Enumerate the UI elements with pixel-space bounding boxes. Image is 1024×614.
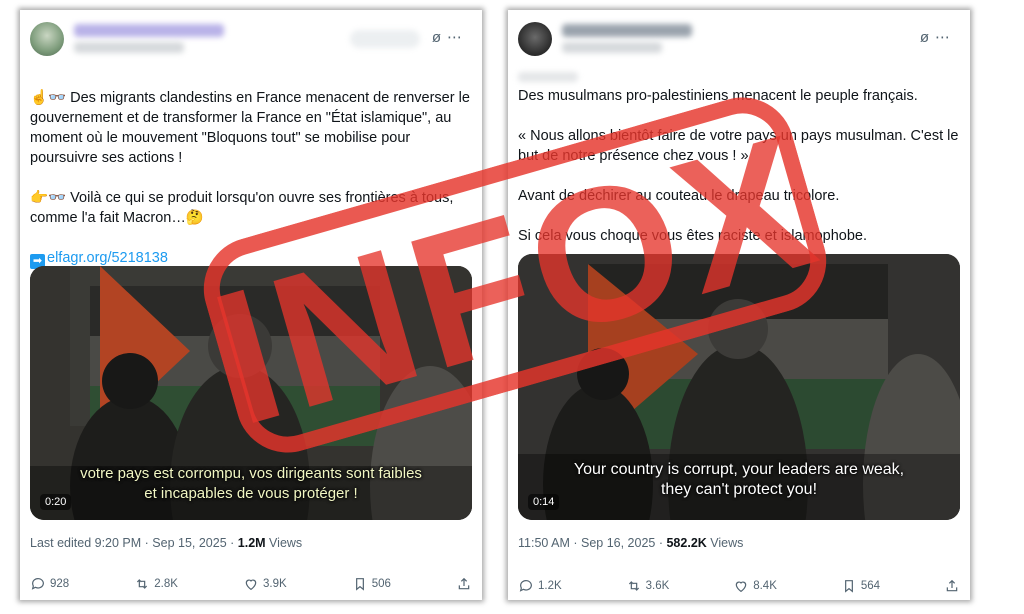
bookmark-icon — [844, 580, 853, 593]
repost-count: 3.6K — [645, 580, 670, 592]
reply-count: 928 — [50, 578, 70, 590]
tweet-paragraph: Des musulmans pro-palestiniens menacent … — [518, 88, 918, 104]
video-subtitle: Your country is corrupt, your leaders ar… — [518, 460, 960, 500]
views-count: 1.2M — [237, 536, 266, 550]
more-icon[interactable]: ⋯ — [935, 29, 956, 46]
subtitle-line: Your country is corrupt, your leaders ar… — [573, 461, 905, 478]
bookmark-count: 506 — [371, 578, 391, 590]
bookmark-button[interactable]: 506 — [352, 576, 391, 592]
action-bar: 1.2K 3.6K 8.4K 564 — [518, 574, 960, 598]
reply-icon — [31, 578, 44, 590]
share-button[interactable] — [456, 576, 472, 592]
repost-button[interactable]: 2.8K — [134, 576, 178, 592]
views-label: Views — [265, 536, 303, 550]
views-count: 582.2K — [666, 536, 707, 550]
like-icon — [735, 581, 747, 593]
views-label: Views — [706, 536, 744, 550]
tweet-card-1: ø⋯ ☝️👓 Des migrants clandestins en Franc… — [20, 10, 482, 600]
display-name-blurred[interactable] — [74, 24, 224, 37]
video-player[interactable]: Your country is corrupt, your leaders ar… — [518, 254, 960, 520]
like-icon — [245, 579, 257, 591]
video-subtitle: votre pays est corrompu, vos dirigeants … — [30, 464, 472, 504]
video-player[interactable]: votre pays est corrompu, vos dirigeants … — [30, 266, 472, 520]
reply-button[interactable]: 1.2K — [518, 578, 562, 594]
tweet-paragraph: « Nous allons bientôt faire de votre pay… — [518, 128, 959, 164]
date-blurred — [518, 72, 578, 82]
grok-icon[interactable]: ø — [920, 29, 935, 46]
header-icons: ø⋯ — [920, 28, 956, 46]
avatar[interactable] — [30, 22, 64, 56]
video-duration: 0:14 — [528, 494, 560, 510]
repost-button[interactable]: 3.6K — [626, 578, 670, 594]
video-duration: 0:20 — [40, 494, 72, 510]
like-button[interactable]: 3.9K — [243, 576, 287, 592]
like-count: 3.9K — [262, 578, 287, 590]
username-blurred[interactable] — [562, 42, 662, 53]
timestamp[interactable]: 11:50 AM · Sep 16, 2025 · — [518, 536, 666, 550]
username-blurred[interactable] — [74, 42, 184, 53]
tweet-paragraph: Avant de déchirer au couteau le drapeau … — [518, 188, 840, 204]
subtitle-line: votre pays est corrompu, vos dirigeants … — [80, 465, 422, 482]
tweet-meta: 11:50 AM · Sep 16, 2025 · 582.2K Views — [518, 536, 743, 550]
like-button[interactable]: 8.4K — [733, 578, 777, 594]
share-button[interactable] — [944, 578, 960, 594]
tweet-meta: Last edited 9:20 PM · Sep 15, 2025 · 1.2… — [30, 536, 302, 550]
subtitle-line: they can't protect you! — [660, 481, 818, 498]
repost-count: 2.8K — [154, 578, 178, 590]
tweet-text: ☝️👓 Des migrants clandestins en France m… — [30, 88, 472, 269]
follow-blurred[interactable] — [350, 30, 420, 48]
reply-icon — [519, 580, 532, 592]
tweet-header: ø⋯ — [518, 20, 960, 82]
tweet-paragraph: ☝️👓 Des migrants clandestins en France m… — [30, 90, 470, 166]
repost-icon — [628, 581, 639, 591]
avatar[interactable] — [518, 22, 552, 56]
share-icon — [946, 579, 958, 592]
tweet-header: ø⋯ — [30, 20, 472, 64]
timestamp[interactable]: Last edited 9:20 PM · Sep 15, 2025 · — [30, 536, 238, 550]
tweet-paragraph: Si cela vous choque vous êtes raciste et… — [518, 228, 868, 244]
reply-count: 1.2K — [538, 580, 562, 592]
repost-icon — [137, 579, 148, 589]
subtitle-line: et incapables de vous protéger ! — [144, 485, 358, 502]
display-name-blurred[interactable] — [562, 24, 692, 37]
more-icon[interactable]: ⋯ — [447, 29, 468, 46]
share-icon — [458, 577, 470, 590]
bookmark-count: 564 — [860, 580, 881, 592]
tweet-paragraph: 👉👓 Voilà ce qui se produit lorsqu'on ouv… — [30, 190, 454, 226]
reply-button[interactable]: 928 — [30, 576, 69, 592]
like-count: 8.4K — [753, 580, 777, 592]
bookmark-button[interactable]: 564 — [841, 578, 880, 594]
tweet-link[interactable]: elfagr.org/5218138 — [47, 250, 168, 266]
grok-icon[interactable]: ø — [432, 29, 447, 46]
tweet-text: Des musulmans pro-palestiniens menacent … — [518, 86, 960, 266]
tweet-card-2: ø⋯ Des musulmans pro-palestiniens menace… — [508, 10, 970, 600]
header-icons: ø⋯ — [432, 28, 468, 46]
action-bar: 928 2.8K 3.9K 506 — [30, 572, 472, 596]
bookmark-icon — [355, 578, 364, 591]
